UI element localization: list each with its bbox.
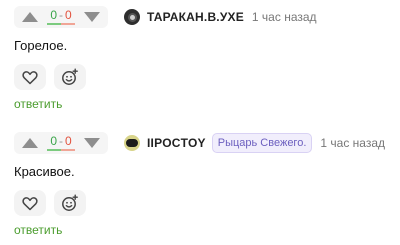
- username[interactable]: IIPOCTOY: [147, 136, 206, 150]
- score-separator: -: [59, 134, 63, 148]
- upvote-arrow-icon[interactable]: [22, 138, 38, 148]
- vote-box: 0 - 0: [14, 132, 108, 154]
- score-positive: 0: [50, 134, 57, 148]
- avatar[interactable]: [124, 135, 140, 151]
- user-badge: Рыцарь Свежего.: [211, 133, 313, 153]
- comment-text: Красивое.: [14, 164, 75, 179]
- add-reaction-button[interactable]: [54, 190, 86, 216]
- like-button[interactable]: [14, 190, 46, 216]
- like-button[interactable]: [14, 64, 46, 90]
- downvote-arrow-icon[interactable]: [84, 12, 100, 22]
- downvote-arrow-icon[interactable]: [84, 138, 100, 148]
- comment-text: Горелое.: [14, 38, 68, 53]
- heart-icon: [22, 196, 38, 210]
- score-negative: 0: [65, 134, 72, 148]
- avatar[interactable]: [124, 9, 140, 25]
- score-separator: -: [59, 8, 63, 22]
- upvote-arrow-icon[interactable]: [22, 12, 38, 22]
- emoji-add-icon: [62, 68, 78, 85]
- comment-meta: 0 - 0 IIPOCTOY Рыцарь Свежего. 1 час наз…: [14, 132, 385, 154]
- add-reaction-button[interactable]: [54, 64, 86, 90]
- score-positive: 0: [50, 8, 57, 22]
- username[interactable]: ТАРАКАН.В.УХЕ: [147, 10, 244, 24]
- reaction-bar: [14, 190, 86, 216]
- reaction-bar: [14, 64, 86, 90]
- timestamp[interactable]: 1 час назад: [252, 10, 317, 24]
- score-bar: [47, 149, 75, 151]
- reply-link[interactable]: ответить: [14, 97, 62, 111]
- score-negative: 0: [65, 8, 72, 22]
- score-bar: [47, 23, 75, 25]
- vote-score: 0 - 0: [47, 9, 75, 25]
- emoji-add-icon: [62, 194, 78, 211]
- vote-box: 0 - 0: [14, 6, 108, 28]
- heart-icon: [22, 70, 38, 84]
- vote-score: 0 - 0: [47, 135, 75, 151]
- reply-link[interactable]: ответить: [14, 223, 62, 237]
- timestamp[interactable]: 1 час назад: [320, 136, 385, 150]
- comment-meta: 0 - 0 ТАРАКАН.В.УХЕ 1 час назад: [14, 6, 317, 28]
